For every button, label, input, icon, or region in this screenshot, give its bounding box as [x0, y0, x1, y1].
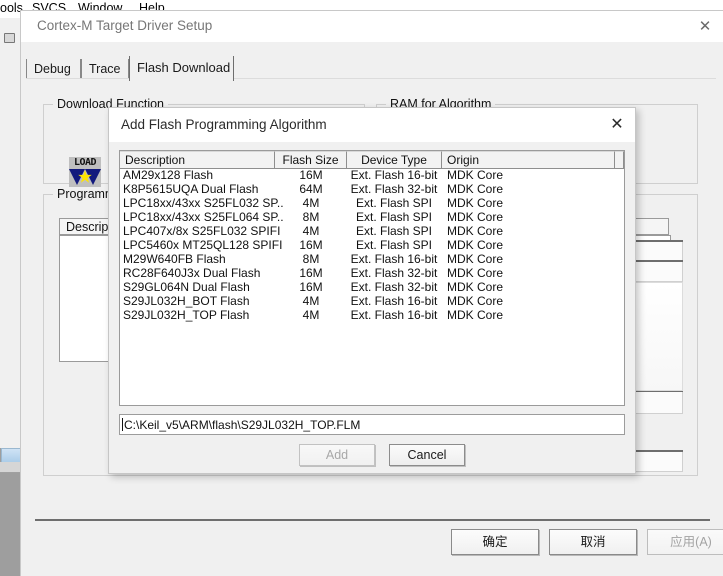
- window-title-bar: Cortex-M Target Driver Setup ✕: [21, 11, 723, 42]
- cell-description: LPC18xx/43xx S25FL064 SP...: [123, 211, 283, 224]
- flash-algorithm-list[interactable]: Description Flash Size Device Type Origi…: [119, 150, 625, 406]
- cell-description: RC28F640J3x Dual Flash: [123, 267, 261, 280]
- text-caret: [122, 418, 123, 431]
- cell-device-type: Ext. Flash 32-bit: [350, 267, 438, 280]
- cell-description: AM29x128 Flash: [123, 169, 214, 182]
- cell-origin: MDK Core: [447, 197, 504, 210]
- cell-device-type: Ext. Flash SPI: [355, 225, 433, 238]
- cell-flash-size: 4M: [302, 309, 320, 322]
- cell-flash-size: 16M: [299, 239, 323, 252]
- cancel-button[interactable]: 取消: [549, 529, 637, 555]
- window-title: Cortex-M Target Driver Setup: [37, 18, 213, 33]
- cell-flash-size: 16M: [299, 267, 323, 280]
- cell-origin: MDK Core: [447, 211, 504, 224]
- window-separator: [35, 519, 710, 521]
- cell-device-type: Ext. Flash 16-bit: [350, 253, 438, 266]
- cell-origin: MDK Core: [447, 225, 504, 238]
- tab-debug[interactable]: Debug: [26, 59, 81, 79]
- table-row[interactable]: S29JL032H_TOP Flash 4M Ext. Flash 16-bit MD…: [120, 309, 624, 323]
- project-icon[interactable]: [2, 30, 17, 45]
- ok-button[interactable]: 确定: [451, 529, 539, 555]
- cell-device-type: Ext. Flash SPI: [355, 197, 433, 210]
- tab-strip: Debug Trace Flash Download: [26, 56, 716, 81]
- column-header-origin[interactable]: Origin: [442, 151, 615, 168]
- column-header-description[interactable]: Description: [120, 151, 275, 168]
- column-header-spacer: [615, 151, 624, 168]
- cell-origin: MDK Core: [447, 309, 504, 322]
- cell-flash-size: 16M: [299, 281, 323, 294]
- column-header-flash-size[interactable]: Flash Size: [275, 151, 347, 168]
- cell-description: M29W640FB Flash: [123, 253, 226, 266]
- ide-left-tab-strip: [0, 462, 20, 473]
- cell-flash-size: 4M: [302, 197, 320, 210]
- tab-flash-download[interactable]: Flash Download: [129, 56, 234, 81]
- apply-button: 应用(A): [647, 529, 723, 555]
- cell-origin: MDK Core: [447, 239, 504, 252]
- table-row[interactable]: AM29x128 Flash 16M Ext. Flash 16-bit MDK Co…: [120, 169, 624, 183]
- file-path-field[interactable]: C:\Keil_v5\ARM\flash\S29JL032H_TOP.FLM: [119, 414, 625, 435]
- cell-flash-size: 4M: [302, 225, 320, 238]
- table-row[interactable]: M29W640FB Flash 8M Ext. Flash 16-bit MDK Co…: [120, 253, 624, 267]
- cell-origin: MDK Core: [447, 281, 504, 294]
- load-icon-text: LOAD: [73, 157, 97, 168]
- close-icon[interactable]: ✕: [692, 16, 718, 38]
- cell-device-type: Ext. Flash 16-bit: [350, 295, 438, 308]
- cell-flash-size: 8M: [302, 211, 320, 224]
- flash-algorithm-list-header: Description Flash Size Device Type Origi…: [120, 151, 624, 169]
- ide-left-panel: [0, 18, 21, 448]
- cell-description: LPC18xx/43xx S25FL032 SP...: [123, 197, 283, 210]
- cell-origin: MDK Core: [447, 183, 504, 196]
- cell-device-type: Ext. Flash 32-bit: [350, 281, 438, 294]
- table-row[interactable]: S29JL032H_BOT Flash 4M Ext. Flash 16-bit MD…: [120, 295, 624, 309]
- dialog-title-bar: Add Flash Programming Algorithm ✕: [109, 108, 635, 142]
- cell-device-type: Ext. Flash 32-bit: [350, 183, 438, 196]
- dialog-close-icon[interactable]: ✕: [605, 114, 629, 136]
- table-row[interactable]: LPC18xx/43xx S25FL064 SP... 8M Ext. Flash …: [120, 211, 624, 225]
- load-icon: LOAD: [69, 157, 101, 189]
- cell-device-type: Ext. Flash 16-bit: [350, 309, 438, 322]
- table-row[interactable]: LPC18xx/43xx S25FL032 SP... 4M Ext. Flash …: [120, 197, 624, 211]
- cell-device-type: Ext. Flash SPI: [355, 211, 433, 224]
- table-row[interactable]: LPC5460x MT25QL128 SPIFI 16M Ext. Flash SP…: [120, 239, 624, 253]
- table-row[interactable]: RC28F640J3x Dual Flash 16M Ext. Flash 32-b…: [120, 267, 624, 281]
- add-flash-algorithm-dialog: Add Flash Programming Algorithm ✕ Descri…: [108, 107, 636, 474]
- cell-origin: MDK Core: [447, 169, 504, 182]
- cell-origin: MDK Core: [447, 267, 504, 280]
- cell-description: K8P5615UQA Dual Flash: [123, 183, 259, 196]
- cell-origin: MDK Core: [447, 253, 504, 266]
- cell-flash-size: 8M: [302, 253, 320, 266]
- table-row[interactable]: K8P5615UQA Dual Flash 64M Ext. Flash 32-bi…: [120, 183, 624, 197]
- cell-device-type: Ext. Flash 16-bit: [350, 169, 438, 182]
- cell-device-type: Ext. Flash SPI: [355, 239, 433, 252]
- cell-flash-size: 4M: [302, 295, 320, 308]
- cell-description: S29JL032H_BOT Flash: [123, 295, 250, 308]
- screen: ools SVCS Window Help Cortex-M Target Dr…: [0, 0, 723, 576]
- table-row[interactable]: LPC407x/8x S25FL032 SPIFI 4M Ext. Flash SP…: [120, 225, 624, 239]
- add-button: Add: [299, 444, 375, 466]
- cell-description: S29GL064N Dual Flash: [123, 281, 250, 294]
- file-path-value: C:\Keil_v5\ARM\flash\S29JL032H_TOP.FLM: [124, 418, 361, 432]
- cell-description: LPC5460x MT25QL128 SPIFI: [123, 239, 283, 252]
- cell-origin: MDK Core: [447, 295, 504, 308]
- dialog-cancel-button[interactable]: Cancel: [389, 444, 465, 466]
- flash-algorithm-rows: AM29x128 Flash 16M Ext. Flash 16-bit MDK Co…: [120, 169, 624, 323]
- tab-trace[interactable]: Trace: [81, 59, 129, 79]
- cell-flash-size: 16M: [299, 169, 323, 182]
- table-row[interactable]: S29GL064N Dual Flash 16M Ext. Flash 32-bit…: [120, 281, 624, 295]
- cell-description: LPC407x/8x S25FL032 SPIFI: [123, 225, 281, 238]
- column-header-device-type[interactable]: Device Type: [347, 151, 442, 168]
- cell-flash-size: 64M: [299, 183, 323, 196]
- dialog-title: Add Flash Programming Algorithm: [121, 117, 327, 132]
- cell-description: S29JL032H_TOP Flash: [123, 309, 250, 322]
